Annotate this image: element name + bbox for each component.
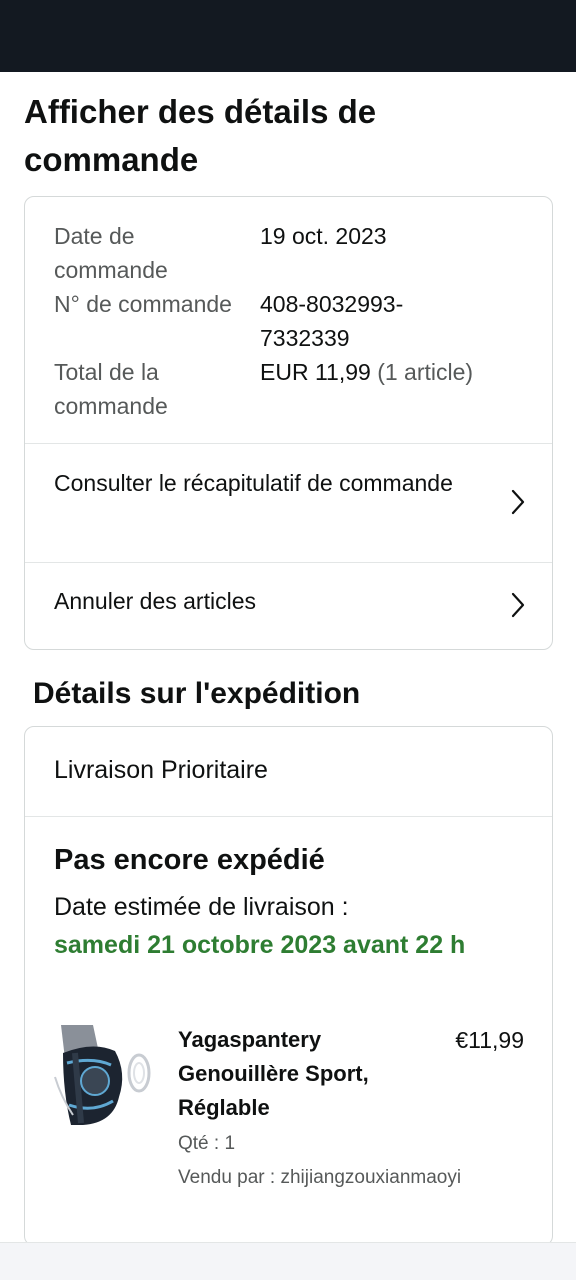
chevron-right-icon: [511, 592, 525, 618]
order-total-value: EUR 11,99 (1 article): [260, 355, 540, 389]
chevron-right-icon: [511, 489, 525, 515]
product-quantity: Qté : 1: [178, 1133, 236, 1154]
order-total-label: Total de la commande: [54, 359, 168, 419]
order-total-amount: EUR 11,99: [260, 359, 371, 385]
bottom-bar: [0, 1242, 576, 1280]
estimated-delivery-label: Date estimée de livraison :: [54, 893, 349, 921]
shipping-details-heading: Détails sur l'expédition: [33, 677, 361, 710]
product-title-link[interactable]: Yagaspantery Genouillère Sport, Réglable: [178, 1023, 428, 1125]
order-number-label: N° de commande: [54, 291, 232, 317]
shipment-card: Livraison Prioritaire Pas encore expédié…: [24, 726, 553, 1246]
view-order-summary-label: Consulter le récapitulatif de commande: [54, 470, 453, 496]
product-seller: Vendu par : zhijiangzouxianmaoyi: [178, 1167, 462, 1188]
cancel-items-label: Annuler des articles: [54, 588, 256, 614]
shipping-method: Livraison Prioritaire: [54, 756, 268, 784]
shipping-method-row: Livraison Prioritaire: [25, 727, 552, 817]
order-info-block: Date de commande 19 oct. 2023 N° de comm…: [25, 197, 552, 444]
page-title: Afficher des détails de commande: [24, 93, 377, 178]
product-image[interactable]: [53, 1023, 153, 1125]
app-header-bar: [0, 0, 576, 72]
shipment-status: Pas encore expédié: [54, 844, 325, 876]
cancel-items-link[interactable]: Annuler des articles: [25, 563, 552, 649]
estimated-delivery-date: samedi 21 octobre 2023 avant 22 h: [54, 931, 466, 959]
order-summary-card: Date de commande 19 oct. 2023 N° de comm…: [24, 196, 553, 650]
order-date-value: 19 oct. 2023: [260, 223, 387, 249]
order-date-label: Date de commande: [54, 223, 168, 283]
order-number-value: 408-8032993-7332339: [260, 291, 404, 351]
order-item-count: (1 article): [377, 359, 474, 385]
product-price: €11,99: [455, 1027, 524, 1053]
view-order-summary-link[interactable]: Consulter le récapitulatif de commande: [25, 444, 552, 563]
